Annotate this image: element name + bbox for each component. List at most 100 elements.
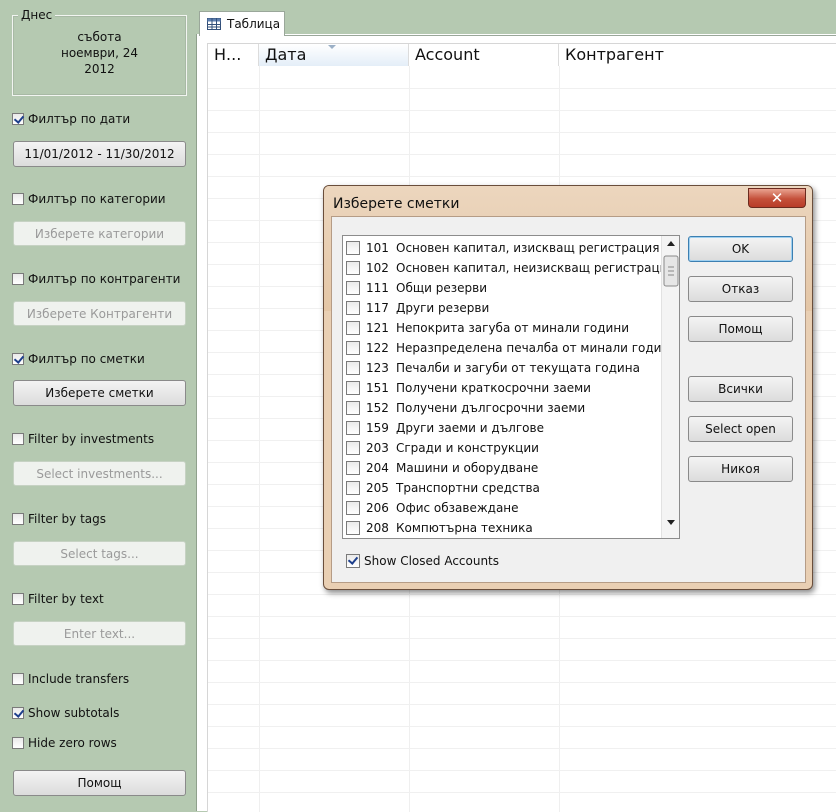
checkbox-icon[interactable] [346,421,360,435]
account-code: 101 [366,241,389,255]
hide-zero-rows-label: Hide zero rows [28,736,117,750]
checkbox-icon[interactable] [346,501,360,515]
checkbox-icon[interactable] [346,461,360,475]
checkbox-icon[interactable] [12,193,24,205]
account-filter-checkbox[interactable]: Филтър по сметки [12,351,145,367]
cancel-button[interactable]: Отказ [688,276,793,302]
column-header-payee[interactable]: Контрагент [559,44,836,66]
checkbox-icon[interactable] [346,441,360,455]
select-categories-button[interactable]: Изберете категории [13,221,186,246]
account-row[interactable]: 101 Основен капитал, изискващ регистрация [346,238,659,258]
grid-row-line [208,660,836,661]
grid-row-line [208,704,836,705]
close-icon[interactable]: ✕ [748,188,806,208]
select-tags-button[interactable]: Select tags... [13,541,186,566]
column-header-number[interactable]: Н... [208,44,259,66]
checkbox-icon[interactable] [346,281,360,295]
column-header-account[interactable]: Account [409,44,559,66]
dialog-help-button[interactable]: Помощ [688,316,793,342]
include-transfers-checkbox[interactable]: Include transfers [12,671,129,687]
select-all-button[interactable]: Всички [688,376,793,402]
checkbox-icon[interactable] [12,353,24,365]
account-row[interactable]: 208 Компютърна техника [346,518,533,538]
checkbox-icon[interactable] [346,261,360,275]
ok-button[interactable]: OK [688,236,793,262]
account-row[interactable]: 203 Сгради и конструкции [346,438,539,458]
account-code: 152 [366,401,389,415]
text-filter-checkbox[interactable]: Filter by text [12,591,104,607]
help-button[interactable]: Помощ [13,770,186,796]
account-name: Сгради и конструкции [396,441,539,455]
checkbox-icon[interactable] [346,241,360,255]
account-row[interactable]: 204 Машини и оборудване [346,458,538,478]
checkbox-icon[interactable] [12,737,24,749]
account-row[interactable]: 111 Общи резерви [346,278,487,298]
checkbox-icon[interactable] [12,673,24,685]
checkbox-icon[interactable] [346,341,360,355]
date-filter-checkbox[interactable]: Филтър по дати [12,111,130,127]
grid-row-line [208,748,836,749]
checkbox-icon[interactable] [12,273,24,285]
category-filter-checkbox[interactable]: Филтър по категории [12,191,166,207]
account-code: 205 [366,481,389,495]
select-accounts-button[interactable]: Изберете сметки [13,380,186,406]
checkbox-icon[interactable] [346,361,360,375]
select-investments-button[interactable]: Select investments... [13,461,186,486]
account-row[interactable]: 159 Други заеми и дългове [346,418,544,438]
account-name: Други резерви [396,301,490,315]
accounts-list[interactable]: 101 Основен капитал, изискващ регистрация… [342,235,680,539]
account-row[interactable]: 123 Печалби и загуби от текущата година [346,358,640,378]
include-transfers-label: Include transfers [28,672,130,686]
hide-zero-rows-checkbox[interactable]: Hide zero rows [12,735,117,751]
checkbox-icon[interactable] [346,481,360,495]
account-name: Транспортни средства [396,481,540,495]
account-name: Офис обзавеждане [396,501,519,515]
grid-row-line [208,110,836,111]
investment-filter-checkbox[interactable]: Filter by investments [12,431,154,447]
account-row[interactable]: 122 Неразпределена печалба от минали годи… [346,338,677,358]
checkbox-icon[interactable] [12,593,24,605]
scrollbar[interactable] [661,236,679,538]
grid-row-line [208,726,836,727]
checkbox-icon[interactable] [346,321,360,335]
tab-table[interactable]: Таблица [199,11,285,36]
grid-column-line [259,66,260,812]
account-code: 122 [366,341,389,355]
account-row[interactable]: 206 Офис обзавеждане [346,498,519,518]
checkbox-icon[interactable] [346,401,360,415]
tab-strip [196,0,836,34]
account-code: 102 [366,261,389,275]
dialog-title: Изберете сметки [333,196,460,212]
account-row[interactable]: 121 Непокрита загуба от минали години [346,318,629,338]
grid-row-line [208,638,836,639]
account-row[interactable]: 117 Други резерви [346,298,489,318]
account-row[interactable]: 151 Получени краткосрочни заеми [346,378,591,398]
select-open-button[interactable]: Select open [688,416,793,442]
checkbox-icon[interactable] [12,433,24,445]
checkbox-icon[interactable] [346,301,360,315]
grid-row-line [208,616,836,617]
grid-row-line [208,88,836,89]
show-subtotals-checkbox[interactable]: Show subtotals [12,705,119,721]
checkbox-icon[interactable] [12,113,24,125]
scroll-up-arrow-icon [667,241,675,246]
account-name: Печалби и загуби от текущата година [396,361,640,375]
grid-row-line [208,176,836,177]
date-range-button[interactable]: 11/01/2012 - 11/30/2012 [13,141,186,167]
checkbox-icon[interactable] [12,513,24,525]
filter-text-input[interactable]: Enter text... [13,621,186,646]
tag-filter-checkbox[interactable]: Filter by tags [12,511,106,527]
checkbox-icon[interactable] [12,707,24,719]
checkbox-icon[interactable] [346,521,360,535]
select-none-button[interactable]: Никоя [688,456,793,482]
show-closed-accounts-checkbox[interactable]: Show Closed Accounts [346,553,499,569]
checkbox-icon[interactable] [346,381,360,395]
account-row[interactable]: 205 Транспортни средства [346,478,540,498]
account-row[interactable]: 102 Основен капитал, неизискващ регистрац… [346,258,675,278]
scrollbar-parts [663,241,679,525]
account-row[interactable]: 152 Получени дългосрочни заеми [346,398,585,418]
account-name: Неразпределена печалба от минали години [396,341,678,355]
payee-filter-checkbox[interactable]: Филтър по контрагенти [12,271,180,287]
checkbox-icon[interactable] [346,554,360,568]
select-payees-button[interactable]: Изберете Контрагенти [13,301,186,326]
